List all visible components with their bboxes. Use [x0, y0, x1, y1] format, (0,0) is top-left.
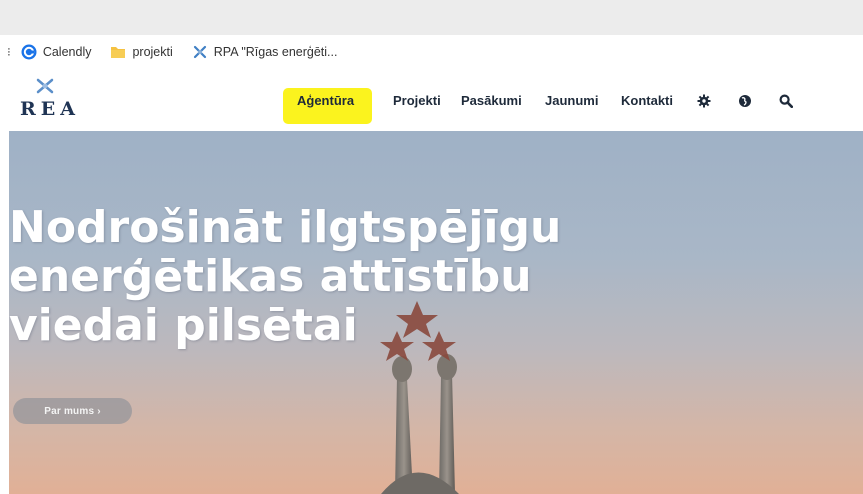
bookmark-projekti[interactable]: projekti — [110, 44, 173, 60]
gear-icon[interactable] — [697, 94, 711, 108]
folder-icon — [111, 46, 126, 58]
main-menu: Aģentūra Projekti Pasākumi Jaunumi Konta… — [0, 68, 863, 131]
about-us-button[interactable]: Par mums › — [13, 398, 132, 424]
menu-item-kontakti[interactable]: Kontakti — [621, 93, 673, 108]
bookmarks-bar: ⁝ Calendly projekti RPA "Rīgas enerģēti.… — [0, 35, 863, 68]
globe-icon[interactable] — [738, 94, 752, 108]
bookmark-label: projekti — [132, 44, 173, 59]
menu-item-jaunumi[interactable]: Jaunumi — [545, 93, 598, 108]
bookmark-rpa[interactable]: RPA "Rīgas enerģēti... — [192, 44, 338, 60]
menu-item-projekti[interactable]: Projekti — [393, 93, 441, 108]
search-icon[interactable] — [779, 94, 793, 108]
menu-item-agentura[interactable]: Aģentūra — [297, 93, 354, 108]
browser-tab-strip — [0, 0, 863, 35]
calendly-icon — [21, 44, 37, 59]
hero-banner: Nodrošināt ilgtspējīgu enerģētikas attīs… — [9, 131, 863, 494]
bookmark-label: Calendly — [42, 44, 92, 59]
hero-heading: Nodrošināt ilgtspējīgu enerģētikas attīs… — [9, 202, 562, 351]
bookmark-calendly[interactable]: Calendly — [21, 44, 92, 60]
menu-item-pasakumi[interactable]: Pasākumi — [461, 93, 522, 108]
rea-favicon-icon — [193, 45, 206, 58]
bookmarks-overflow-icon[interactable]: ⁝ — [7, 45, 11, 59]
bookmark-label: RPA "Rīgas enerģēti... — [213, 44, 338, 59]
site-header: REA Aģentūra Projekti Pasākumi Jaunumi K… — [0, 68, 863, 131]
